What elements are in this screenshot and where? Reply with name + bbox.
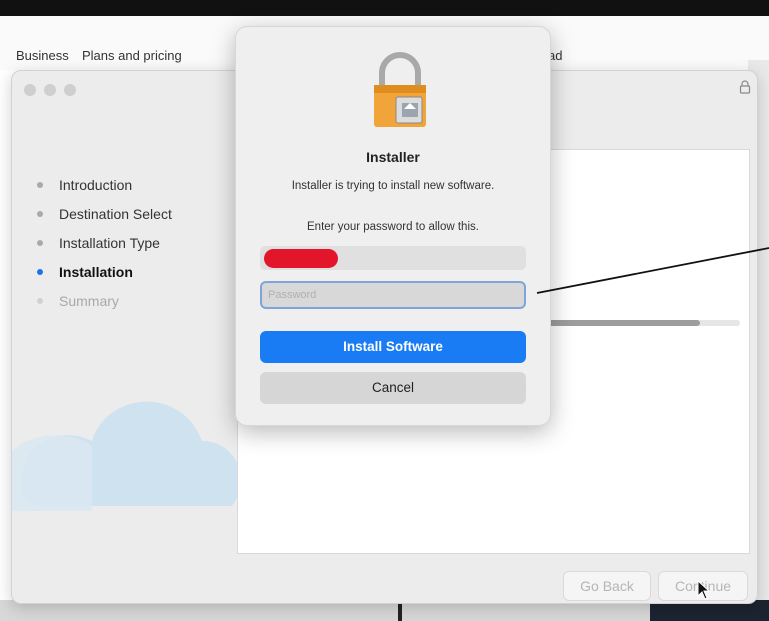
step-label: Destination Select bbox=[59, 206, 172, 222]
step-label: Installation Type bbox=[59, 235, 160, 251]
top-dark-bar bbox=[0, 0, 769, 16]
password-field[interactable] bbox=[260, 281, 526, 309]
installer-lock-icon bbox=[374, 52, 426, 127]
step-installation-type: Installation Type bbox=[34, 233, 172, 262]
step-label: Introduction bbox=[59, 177, 133, 193]
nav-business-link[interactable]: Business bbox=[16, 48, 69, 63]
step-bullet bbox=[37, 211, 43, 217]
cloud-graphic bbox=[12, 401, 241, 511]
step-label: Installation bbox=[59, 264, 133, 280]
step-introduction: Introduction bbox=[34, 175, 172, 204]
go-back-button[interactable]: Go Back bbox=[563, 571, 651, 601]
step-installation: Installation bbox=[34, 262, 172, 291]
step-summary: Summary bbox=[34, 291, 172, 320]
step-bullet bbox=[37, 298, 43, 304]
cancel-button[interactable]: Cancel bbox=[260, 372, 526, 404]
progress-fill bbox=[538, 320, 700, 326]
installer-steps-list: Introduction Destination Select Installa… bbox=[34, 175, 172, 320]
dialog-message: Installer is trying to install new softw… bbox=[291, 180, 495, 192]
window-close-button[interactable] bbox=[24, 84, 36, 96]
window-zoom-button[interactable] bbox=[64, 84, 76, 96]
authorization-dialog: Installer Installer is trying to install… bbox=[235, 26, 551, 426]
step-label: Summary bbox=[59, 293, 119, 309]
nav-plans-pricing-link[interactable]: Plans and pricing bbox=[82, 48, 182, 63]
dialog-prompt: Enter your password to allow this. bbox=[307, 221, 479, 233]
step-bullet bbox=[37, 182, 43, 188]
lock-icon bbox=[739, 80, 751, 94]
step-bullet bbox=[37, 240, 43, 246]
installation-progress-bar bbox=[538, 320, 740, 326]
username-field[interactable] bbox=[260, 246, 526, 270]
step-bullet-active bbox=[37, 269, 43, 275]
dialog-title: Installer bbox=[366, 149, 420, 165]
window-minimize-button[interactable] bbox=[44, 84, 56, 96]
redaction-mark bbox=[264, 249, 338, 268]
install-software-button[interactable]: Install Software bbox=[260, 331, 526, 363]
step-destination-select: Destination Select bbox=[34, 204, 172, 233]
cursor-icon bbox=[697, 580, 711, 600]
